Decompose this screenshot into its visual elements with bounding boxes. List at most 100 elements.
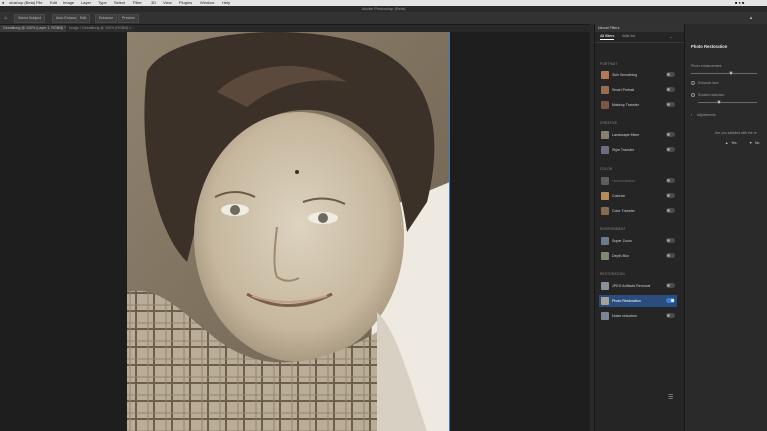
filter-label: Depth Blur — [612, 254, 629, 258]
preview-button[interactable]: Preview — [118, 14, 139, 23]
feedback-no-button[interactable]: No — [755, 140, 759, 146]
toggle-knob — [667, 133, 670, 136]
restored-photo — [127, 32, 450, 431]
filter-harmonization[interactable]: Harmonization — [599, 175, 677, 187]
filter-label: Color Transfer — [612, 209, 635, 213]
filter-toggle[interactable] — [666, 193, 675, 198]
adjustments-chevron-icon[interactable]: › — [691, 113, 692, 117]
filter-thumbnail — [601, 71, 609, 79]
neural-filters-subtabs: All filters Wait list ⌄ — [595, 32, 684, 43]
filter-label: Photo Restoration — [612, 299, 641, 303]
photo-enhancement-slider-knob[interactable] — [728, 71, 733, 75]
filter-noise-reduction[interactable]: Noise reduction — [599, 310, 677, 322]
tab-document-second[interactable]: Image / Gestaltung @ 100% (RGB/8) × — [66, 25, 135, 32]
filter-toggle[interactable] — [666, 298, 675, 303]
layers-stack-icon[interactable]: ☰ — [668, 394, 673, 401]
home-icon[interactable]: ⌂ — [3, 15, 9, 21]
adjustments-label[interactable]: Adjustments — [697, 113, 716, 117]
filter-landscape-mixer[interactable]: Landscape Mixer — [599, 129, 677, 141]
portrait-photo-image — [127, 32, 450, 431]
filter-color-transfer[interactable]: Color Transfer — [599, 205, 677, 217]
photo-enhancement-slider[interactable] — [691, 73, 757, 74]
canvas-area[interactable] — [0, 32, 590, 431]
filter-colorize[interactable]: Colorize — [599, 190, 677, 202]
filter-label: Style Transfer — [612, 148, 635, 152]
tab-document-active[interactable]: Gestaltung @ 100% (Layer 1, RGB/8) * — [0, 25, 69, 32]
thumbs-down-icon[interactable]: ▼ — [749, 140, 752, 146]
filter-toggle[interactable] — [666, 87, 675, 92]
toggle-knob — [667, 284, 670, 287]
filter-skin-smoothing[interactable]: Skin Smoothing — [599, 69, 677, 81]
filter-thumbnail — [601, 192, 609, 200]
filter-toggle[interactable] — [666, 313, 675, 318]
section-color: COLOR — [600, 167, 613, 171]
filter-toggle[interactable] — [666, 283, 675, 288]
filter-thumbnail — [601, 252, 609, 260]
toggle-knob — [667, 103, 670, 106]
filter-thumbnail — [601, 312, 609, 320]
filter-detail-panel: Photo Restoration Photo enhancement Enha… — [684, 24, 767, 431]
toggle-knob — [667, 194, 670, 197]
filter-style-transfer[interactable]: Style Transfer — [599, 144, 677, 156]
filter-label: Harmonization — [612, 179, 636, 183]
filter-jpeg-artifacts-removal[interactable]: JPEG Artifacts Removal — [599, 280, 677, 292]
filter-depth-blur[interactable]: Depth Blur — [599, 250, 677, 262]
filter-label: JPEG Artifacts Removal — [612, 284, 651, 288]
filter-smart-portrait[interactable]: Smart Portrait — [599, 84, 677, 96]
enhance-face-checkbox[interactable] — [691, 81, 695, 85]
filter-toggle[interactable] — [666, 102, 675, 107]
filter-label: Colorize — [612, 194, 626, 198]
filter-thumbnail — [601, 86, 609, 94]
scratch-reduction-label: Scratch reduction — [698, 93, 725, 97]
feedback-question: Are you satisfied with the re — [715, 131, 757, 135]
thumbs-up-icon[interactable]: ▲ — [725, 140, 728, 146]
filter-thumbnail — [601, 146, 609, 154]
tab-all-filters[interactable]: All filters — [600, 34, 615, 40]
feedback-yes-button[interactable]: Yes — [731, 140, 737, 146]
selection-edge — [449, 32, 450, 431]
filter-toggle[interactable] — [666, 72, 675, 77]
toggle-knob — [667, 314, 670, 317]
select-subject-button[interactable]: Select Subject — [14, 14, 45, 23]
filter-thumbnail — [601, 177, 609, 185]
toggle-knob — [667, 239, 670, 242]
scratch-reduction-checkbox[interactable] — [691, 93, 695, 97]
section-restoration: RESTORATION — [600, 272, 625, 276]
neural-filters-header: Neural Filters — [595, 24, 684, 32]
filter-toggle[interactable] — [666, 253, 675, 258]
filter-toggle[interactable] — [666, 208, 675, 213]
filter-label: Makeup Transfer — [612, 103, 639, 107]
scratch-reduction-slider[interactable] — [698, 102, 757, 103]
filter-super-zoom[interactable]: Super Zoom — [599, 235, 677, 247]
toggle-knob — [667, 254, 670, 257]
filter-label: Skin Smoothing — [612, 73, 638, 77]
filter-label: Landscape Mixer — [612, 133, 640, 137]
filter-thumbnail — [601, 237, 609, 245]
filter-label: Smart Portrait — [612, 88, 635, 92]
filter-detail-title: Photo Restoration — [691, 44, 728, 49]
window-title: Adobe Photoshop (Beta) — [361, 6, 406, 11]
toggle-knob — [667, 209, 670, 212]
filter-makeup-transfer[interactable]: Makeup Transfer — [599, 99, 677, 111]
scratch-reduction-slider-knob[interactable] — [716, 100, 721, 104]
filter-toggle[interactable] — [666, 132, 675, 137]
filter-toggle[interactable] — [666, 178, 675, 183]
chevron-down-icon[interactable]: ⌄ — [669, 34, 672, 39]
filter-toggle[interactable] — [666, 238, 675, 243]
filter-toggle[interactable] — [666, 147, 675, 152]
toggle-knob — [667, 73, 670, 76]
share-icon[interactable]: ▴ — [748, 15, 754, 21]
toggle-knob — [667, 148, 670, 151]
filter-photo-restoration[interactable]: Photo Restoration — [599, 295, 677, 307]
edit-button[interactable]: Edit — [76, 14, 91, 23]
document-tab-bar: Gestaltung @ 100% (Layer 1, RGB/8) * Ima… — [0, 25, 590, 32]
filter-label: Super Zoom — [612, 239, 632, 243]
enhance-button[interactable]: Enhance — [95, 14, 118, 23]
tab-wait-list[interactable]: Wait list — [622, 34, 635, 38]
toggle-knob — [671, 299, 674, 302]
filter-thumbnail — [601, 207, 609, 215]
filter-thumbnail — [601, 101, 609, 109]
section-environment: ENVIRONMENT — [600, 227, 626, 231]
filter-thumbnail — [601, 282, 609, 290]
filter-thumbnail — [601, 297, 609, 305]
